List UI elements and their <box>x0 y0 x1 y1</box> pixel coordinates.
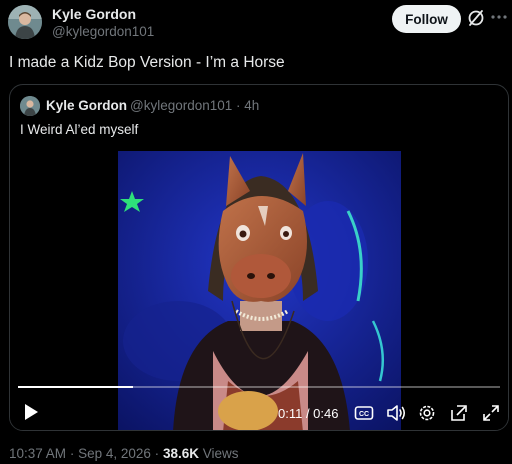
grok-icon[interactable] <box>466 8 486 28</box>
closed-captions-icon[interactable]: CC <box>353 402 375 424</box>
video-frame[interactable] <box>118 151 401 430</box>
quoted-author-name[interactable]: Kyle Gordon <box>46 98 127 113</box>
video-player[interactable]: 0:11 / 0:46 CC <box>10 145 508 430</box>
author-handle[interactable]: @kylegordon101 <box>52 24 154 39</box>
tweet-text: I made a Kidz Bop Version - I’m a Horse <box>9 54 285 71</box>
tweet-footer: 10:37 AM · Sep 4, 2026 · 38.6K Views <box>9 446 239 461</box>
volume-icon[interactable] <box>385 402 407 424</box>
gear-icon[interactable] <box>416 402 438 424</box>
video-progress-fill <box>18 386 134 388</box>
quoted-author-avatar[interactable] <box>20 96 40 116</box>
author-name[interactable]: Kyle Gordon <box>52 6 136 22</box>
views-label: Views <box>202 446 239 461</box>
quoted-tweet-text: I Weird Al’ed myself <box>20 122 139 137</box>
video-progress-bar[interactable] <box>18 386 500 388</box>
quoted-tweet-card[interactable]: Kyle Gordon @kylegordon101 · 4h I Weird … <box>9 84 509 431</box>
footer-separator: · <box>154 446 160 461</box>
footer-separator: · <box>69 446 75 461</box>
play-icon[interactable] <box>20 401 42 423</box>
follow-button[interactable]: Follow <box>392 5 461 33</box>
author-avatar[interactable] <box>8 5 42 39</box>
fullscreen-icon[interactable] <box>480 402 502 424</box>
tweet-time[interactable]: 10:37 AM <box>9 446 66 461</box>
views-count[interactable]: 38.6K <box>163 446 199 461</box>
video-time-readout: 0:11 / 0:46 <box>278 406 339 421</box>
tweet-date[interactable]: Sep 4, 2026 <box>78 446 151 461</box>
more-icon[interactable] <box>490 8 508 26</box>
svg-text:CC: CC <box>359 411 369 418</box>
popout-icon[interactable] <box>448 402 470 424</box>
quoted-author-meta: @kylegordon101 · 4h <box>130 98 260 113</box>
